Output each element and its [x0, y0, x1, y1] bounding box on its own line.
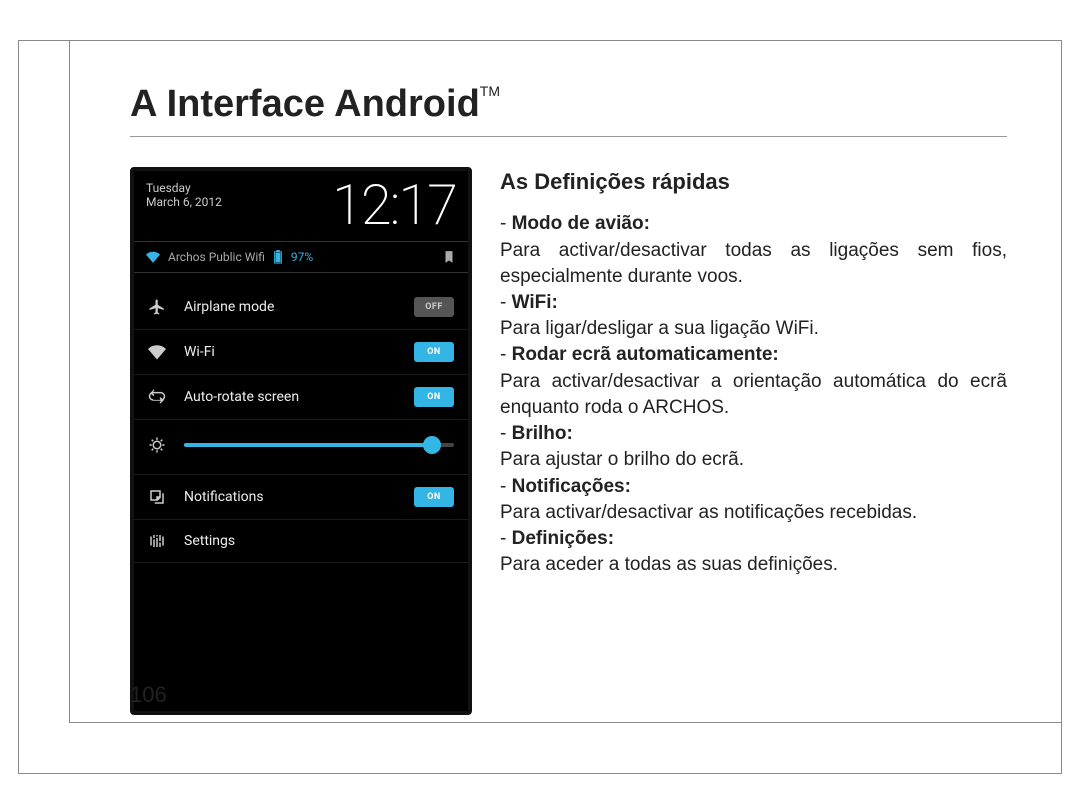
- bookmark-icon: [442, 250, 456, 264]
- setting-row-airplane[interactable]: Airplane mode OFF: [134, 285, 468, 330]
- setting-row-wifi[interactable]: Wi-Fi ON: [134, 330, 468, 375]
- content-columns: Tuesday March 6, 2012 12:17 Archos Publi…: [130, 167, 1007, 715]
- phone-header: Tuesday March 6, 2012 12:17: [134, 171, 468, 241]
- item-title-2: Rodar ecrã automaticamente:: [512, 344, 779, 365]
- wifi-icon: [148, 343, 166, 361]
- trademark-symbol: TM: [480, 83, 500, 99]
- battery-icon: [273, 250, 283, 264]
- definition-item-2: - Rodar ecrã automaticamente: Para activ…: [500, 342, 1007, 421]
- wifi-icon: [146, 250, 160, 264]
- phone-date-block: Tuesday March 6, 2012: [146, 181, 222, 210]
- page-title: A Interface AndroidTM: [130, 83, 500, 132]
- setting-row-settings[interactable]: Settings: [134, 520, 468, 563]
- toggle-autorotate[interactable]: ON: [414, 387, 454, 407]
- phone-wifi-name: Archos Public Wifi: [168, 250, 265, 264]
- setting-row-autorotate[interactable]: Auto-rotate screen ON: [134, 375, 468, 420]
- item-body-0: Para activar/desactivar todas as ligaçõe…: [500, 240, 1007, 287]
- phone-day: Tuesday: [146, 181, 222, 195]
- toggle-wifi[interactable]: ON: [414, 342, 454, 362]
- page-number: 106: [130, 682, 167, 708]
- item-title-0: Modo de avião:: [512, 213, 650, 234]
- toggle-airplane[interactable]: OFF: [414, 297, 454, 317]
- title-underline: [130, 136, 1007, 137]
- airplane-icon: [148, 298, 166, 316]
- toggle-notifications[interactable]: ON: [414, 487, 454, 507]
- settings-icon: [148, 532, 166, 550]
- brightness-icon: [148, 436, 166, 454]
- definition-item-3: - Brilho: Para ajustar o brilho do ecrã.: [500, 421, 1007, 473]
- section-heading: As Definições rápidas: [500, 167, 1007, 197]
- definition-item-4: - Notificações: Para activar/desactivar …: [500, 474, 1007, 526]
- outer-page-frame: A Interface AndroidTM Tuesday March 6, 2…: [18, 40, 1062, 774]
- quick-settings-list: Airplane mode OFF Wi-Fi ON: [134, 273, 468, 575]
- setting-label-settings: Settings: [184, 533, 454, 549]
- phone-battery-pct: 97%: [291, 250, 313, 264]
- item-body-5: Para aceder a todas as suas definições.: [500, 554, 838, 575]
- phone-date: March 6, 2012: [146, 195, 222, 209]
- phone-time: 12:17: [332, 177, 456, 233]
- definition-item-0: - Modo de avião: Para activar/desactivar…: [500, 211, 1007, 290]
- page-title-text: A Interface Android: [130, 83, 480, 125]
- item-body-3: Para ajustar o brilho do ecrã.: [500, 449, 744, 470]
- setting-label-airplane: Airplane mode: [184, 299, 396, 315]
- text-column: As Definições rápidas - Modo de avião: P…: [500, 167, 1007, 578]
- setting-row-notifications[interactable]: Notifications ON: [134, 475, 468, 520]
- item-body-2: Para activar/desactivar a orientação aut…: [500, 371, 1007, 418]
- brightness-slider-thumb[interactable]: [423, 436, 441, 454]
- phone-screenshot: Tuesday March 6, 2012 12:17 Archos Publi…: [130, 167, 472, 715]
- setting-row-brightness[interactable]: [134, 420, 468, 475]
- inner-page-frame: A Interface AndroidTM Tuesday March 6, 2…: [69, 41, 1061, 723]
- definition-item-5: - Definições: Para aceder a todas as sua…: [500, 526, 1007, 578]
- item-body-4: Para activar/desactivar as notificações …: [500, 502, 917, 523]
- autorotate-icon: [148, 388, 166, 406]
- brightness-slider[interactable]: [184, 443, 454, 447]
- notifications-icon: [148, 488, 166, 506]
- setting-label-wifi: Wi-Fi: [184, 344, 396, 360]
- phone-status-row: Archos Public Wifi 97%: [134, 241, 468, 273]
- item-title-4: Notificações:: [512, 476, 631, 497]
- item-title-5: Definições:: [512, 528, 614, 549]
- item-title-1: WiFi:: [512, 292, 558, 313]
- setting-label-notifications: Notifications: [184, 489, 396, 505]
- setting-label-autorotate: Auto-rotate screen: [184, 389, 396, 405]
- item-body-1: Para ligar/desligar a sua ligação WiFi.: [500, 318, 819, 339]
- item-title-3: Brilho:: [512, 423, 573, 444]
- definition-item-1: - WiFi: Para ligar/desligar a sua ligaçã…: [500, 290, 1007, 342]
- brightness-slider-fill: [184, 443, 432, 447]
